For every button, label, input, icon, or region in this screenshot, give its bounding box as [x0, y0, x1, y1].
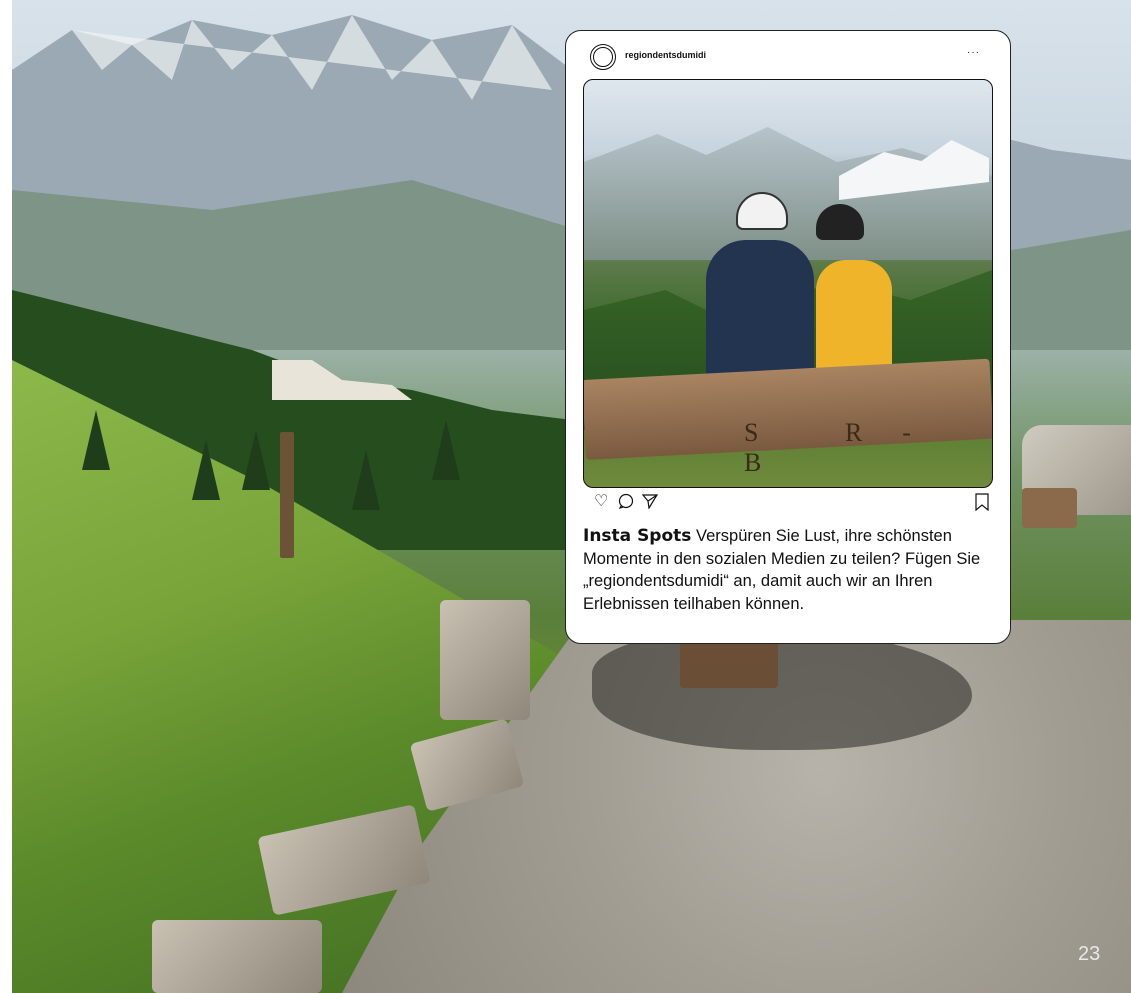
- carving-letter: S: [744, 418, 799, 447]
- post-caption: Insta Spots Verspüren Sie Lust, ihre sch…: [583, 525, 995, 615]
- tree: [242, 430, 270, 490]
- bench-carving: S R-B: [744, 418, 992, 478]
- bench-base: [680, 640, 778, 688]
- heart-icon[interactable]: ♡: [594, 493, 608, 511]
- bookmark-icon[interactable]: [974, 493, 990, 516]
- post-actions: ♡: [590, 493, 990, 515]
- tree: [82, 410, 110, 470]
- rock: [152, 920, 322, 993]
- instagram-post-card: regiondentsdumidi ··· S R-B ♡ Insta Spot…: [565, 30, 1011, 644]
- fence-post: [280, 432, 294, 558]
- caption-title: Insta Spots: [583, 526, 692, 546]
- photo-mountains: [584, 127, 992, 260]
- tree: [352, 450, 380, 510]
- tree: [432, 420, 460, 480]
- post-photo[interactable]: S R-B: [583, 79, 993, 488]
- more-options-icon[interactable]: ···: [967, 47, 980, 58]
- send-icon[interactable]: [641, 493, 659, 514]
- post-header: regiondentsdumidi ···: [566, 31, 1010, 81]
- tree: [192, 440, 220, 500]
- bench-end: [1022, 488, 1077, 528]
- avatar[interactable]: [590, 44, 616, 70]
- username[interactable]: regiondentsdumidi: [625, 50, 706, 60]
- rock: [440, 600, 530, 720]
- page-number: 23: [1078, 943, 1101, 965]
- comment-icon[interactable]: [618, 493, 634, 514]
